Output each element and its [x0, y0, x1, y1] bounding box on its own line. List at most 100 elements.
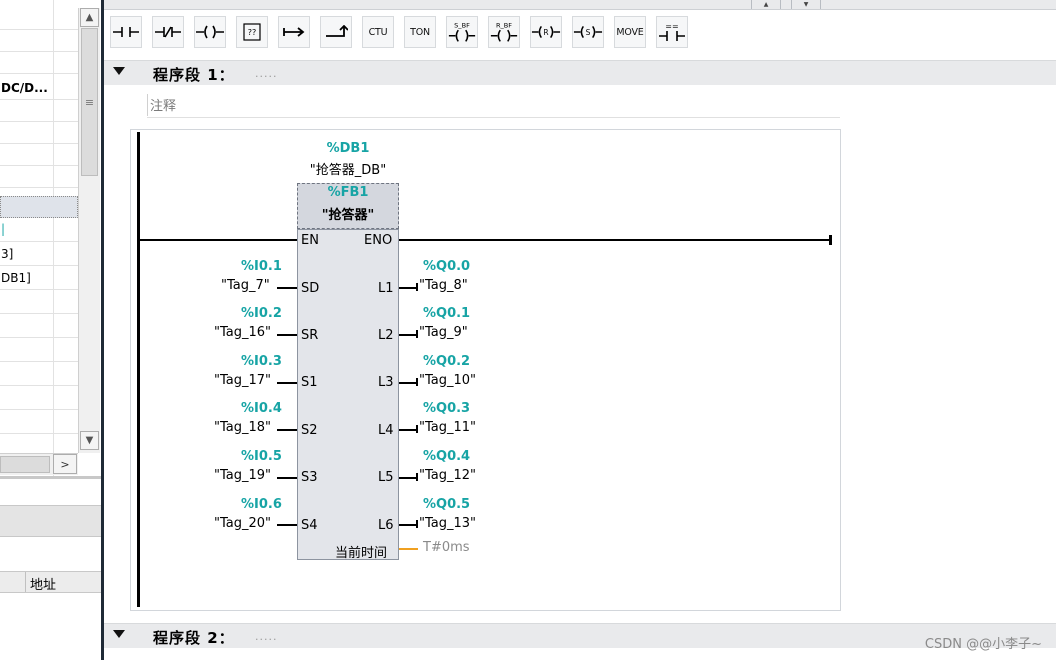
details-table-header: 地址 [0, 571, 101, 593]
network-2-header[interactable]: 程序段 2： ..... [104, 623, 1056, 648]
tree-row[interactable] [0, 166, 78, 188]
output-tag[interactable]: "Tag_11" [419, 420, 476, 435]
strip-button[interactable]: ▲ [751, 0, 781, 9]
tree-row[interactable]: 3] [0, 244, 78, 266]
tree-row[interactable] [0, 388, 78, 410]
tree-row[interactable] [0, 30, 78, 52]
set-bit-field-icon[interactable]: S_BF [446, 16, 478, 48]
ctu-counter-button[interactable]: CTU [362, 16, 394, 48]
reset-bit-field-label: R_BF [496, 21, 512, 29]
strip-button[interactable]: ▼ [791, 0, 821, 9]
output-pin: L2 [378, 328, 394, 343]
close-branch-icon[interactable] [320, 16, 352, 48]
tree-row[interactable] [0, 122, 78, 144]
input-tag[interactable]: "Tag_16" [214, 325, 271, 340]
panel-splitter[interactable] [101, 0, 104, 660]
network-1-title: 程序段 1： [153, 66, 235, 84]
input-address: %I0.5 [241, 449, 282, 464]
pin-eno: ENO [364, 233, 393, 248]
tree-item-marker: | [1, 222, 6, 236]
output-tag[interactable]: "Tag_10" [419, 373, 476, 388]
scroll-up-icon[interactable]: ▲ [80, 8, 99, 27]
tree-item-label: 3] [1, 247, 14, 261]
input-address: %I0.2 [241, 306, 282, 321]
reset-coil-icon[interactable]: R [530, 16, 562, 48]
compare-equal-icon[interactable]: == [656, 16, 688, 48]
input-pin: S2 [301, 423, 318, 438]
input-wire [277, 382, 297, 384]
normally-closed-contact-icon[interactable] [152, 16, 184, 48]
network-1-header[interactable]: 程序段 1： ..... [104, 60, 1056, 85]
tree-row[interactable] [0, 8, 78, 30]
fb-name: "抢答器" [321, 208, 375, 223]
output-wire-end [416, 330, 418, 338]
tree-row[interactable] [0, 316, 78, 338]
input-tag[interactable]: "Tag_18" [214, 420, 271, 435]
output-tag[interactable]: "Tag_13" [419, 516, 476, 531]
pin-en: EN [301, 233, 319, 248]
column-header-address[interactable]: 地址 [30, 574, 56, 593]
output-default-value[interactable]: T#0ms [423, 540, 470, 555]
input-address: %I0.4 [241, 401, 282, 416]
network-2-title-field[interactable]: ..... [255, 630, 277, 643]
output-tag[interactable]: "Tag_8" [419, 278, 468, 293]
tree-row-selected[interactable] [0, 196, 78, 218]
move-button[interactable]: MOVE [614, 16, 646, 48]
input-wire [277, 429, 297, 431]
scroll-thumb[interactable] [0, 456, 50, 473]
coil-icon[interactable] [194, 16, 226, 48]
output-tag[interactable]: "Tag_9" [419, 325, 468, 340]
tree-row[interactable]: | [0, 220, 78, 242]
scroll-right-icon[interactable]: > [53, 454, 77, 474]
input-wire [277, 287, 297, 289]
input-wire [277, 524, 297, 526]
tree-row[interactable] [0, 292, 78, 314]
panel-divider[interactable] [0, 476, 101, 479]
tree-row[interactable] [0, 52, 78, 74]
input-tag[interactable]: "Tag_19" [214, 468, 271, 483]
ladder-instruction-toolbar: ?? CTU TON S_BF R_BF R S MOVE == [104, 10, 1056, 60]
input-pin: SR [301, 328, 319, 343]
comment-border [147, 94, 148, 116]
input-pin: S3 [301, 470, 318, 485]
input-tag[interactable]: "Tag_20" [214, 516, 271, 531]
ton-timer-button[interactable]: TON [404, 16, 436, 48]
output-wire-end [416, 425, 418, 433]
output-pin-current-time: 当前时间 [335, 546, 388, 561]
network-1-comment[interactable]: 注释 [147, 92, 840, 118]
watermark: CSDN @@小李子~ [924, 637, 1042, 652]
rung-wire [399, 239, 830, 241]
vertical-scrollbar[interactable]: ▲ ≡ ▼ [78, 8, 100, 453]
output-wire [399, 524, 417, 526]
input-tag[interactable]: "Tag_17" [214, 373, 271, 388]
empty-box-icon[interactable]: ?? [236, 16, 268, 48]
fb-address: %FB1 [327, 185, 369, 200]
function-block-header[interactable]: %FB1 "抢答器" [297, 183, 399, 229]
set-coil-icon[interactable]: S [572, 16, 604, 48]
input-address: %I0.3 [241, 354, 282, 369]
tree-row[interactable] [0, 340, 78, 362]
project-tree-panel: DC/D... | 3] DB1] ▲ ≡ ▼ > 地址 [0, 0, 101, 660]
tree-row[interactable] [0, 144, 78, 166]
normally-open-contact-icon[interactable] [110, 16, 142, 48]
tree-row[interactable]: DB1] [0, 268, 78, 290]
tree-row[interactable]: DC/D... [0, 78, 78, 100]
scroll-thumb[interactable]: ≡ [81, 28, 98, 176]
output-tag[interactable]: "Tag_12" [419, 468, 476, 483]
scroll-down-icon[interactable]: ▼ [80, 431, 99, 450]
tree-row[interactable] [0, 412, 78, 434]
instance-db-name[interactable]: "抢答器_DB" [280, 159, 416, 178]
reset-bit-field-icon[interactable]: R_BF [488, 16, 520, 48]
open-branch-icon[interactable] [278, 16, 310, 48]
set-coil-label: S [586, 28, 591, 37]
tree-row[interactable] [0, 364, 78, 386]
ladder-network-area[interactable] [130, 129, 841, 611]
collapse-triangle-icon[interactable] [113, 67, 125, 75]
network-1-title-field[interactable]: ..... [255, 67, 277, 80]
tree-item-label: DC/D... [1, 81, 48, 95]
output-address: %Q0.4 [423, 449, 471, 464]
collapse-triangle-icon[interactable] [113, 630, 125, 638]
input-tag[interactable]: "Tag_7" [221, 278, 270, 293]
unconnected-output-wire [399, 548, 418, 550]
tree-row[interactable] [0, 100, 78, 122]
